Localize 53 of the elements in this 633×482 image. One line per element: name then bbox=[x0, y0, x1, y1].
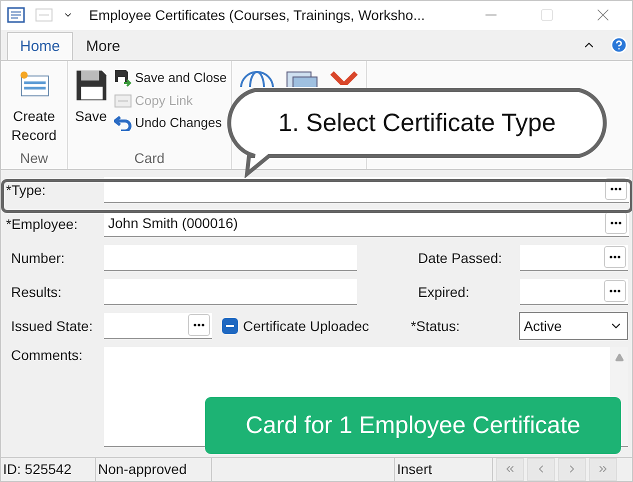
help-icon[interactable] bbox=[610, 36, 628, 54]
field-label: Issued State: bbox=[10, 318, 94, 334]
ellipsis-icon bbox=[193, 323, 205, 328]
ribbon-button[interactable]: Save bbox=[72, 64, 110, 149]
save-close-icon bbox=[114, 68, 132, 87]
group-label: Card bbox=[133, 148, 166, 167]
delete-icon[interactable] bbox=[330, 70, 358, 85]
field-label: Results: bbox=[10, 284, 63, 300]
field-value: John Smith (000016) bbox=[108, 215, 239, 232]
checkbox[interactable] bbox=[222, 318, 238, 334]
last-button[interactable] bbox=[589, 458, 617, 481]
checkbox-label: Certificate Uploadec bbox=[243, 318, 370, 334]
maximize-icon[interactable] bbox=[540, 8, 554, 22]
field-label: *Employee: bbox=[6, 216, 79, 232]
ellipsis-icon bbox=[609, 255, 621, 260]
globe-icon[interactable] bbox=[240, 70, 274, 87]
ellipsis-icon bbox=[610, 221, 622, 226]
ribbon-tab[interactable]: More bbox=[73, 32, 134, 60]
undo-icon bbox=[114, 114, 132, 131]
field-label: *Status: bbox=[410, 318, 461, 334]
ellipsis-button[interactable] bbox=[604, 246, 626, 268]
field-label: *Type: bbox=[6, 182, 47, 198]
link-icon bbox=[114, 92, 132, 109]
edit-mode: Insert bbox=[395, 458, 493, 481]
ellipsis-button[interactable] bbox=[605, 212, 627, 234]
date-field[interactable] bbox=[520, 244, 628, 271]
ribbon-button[interactable]: Create Record bbox=[5, 64, 63, 149]
ellipsis-button[interactable] bbox=[188, 314, 210, 336]
date-field[interactable] bbox=[520, 278, 628, 305]
ellipsis-button[interactable] bbox=[604, 280, 626, 302]
copies-icon[interactable] bbox=[286, 70, 318, 87]
window-title: Employee Certificates (Courses, Trainings, Worksho... bbox=[89, 7, 426, 24]
record-id: ID: 525542 bbox=[1, 458, 96, 481]
first-button[interactable] bbox=[496, 458, 524, 481]
ribbon-button[interactable]: Save and Close bbox=[114, 68, 227, 87]
ellipsis-icon bbox=[610, 187, 622, 192]
field-label: Expired: bbox=[418, 284, 470, 300]
field-label: Date Passed: bbox=[418, 250, 504, 266]
results-field[interactable] bbox=[104, 278, 357, 305]
scroll-up-icon[interactable] bbox=[614, 352, 624, 362]
field-label: Number: bbox=[10, 250, 66, 266]
field-label: Comments: bbox=[10, 346, 84, 363]
document-icon bbox=[7, 7, 25, 24]
group-label: New bbox=[18, 148, 49, 167]
status-select[interactable]: Active bbox=[518, 312, 628, 340]
select-value: Active bbox=[524, 318, 563, 334]
ribbon-tab[interactable]: Home bbox=[7, 32, 74, 60]
info-toast: Card for 1 Employee Certificate bbox=[205, 397, 621, 454]
issued-state-field[interactable] bbox=[104, 312, 212, 339]
ellipsis-icon bbox=[609, 289, 621, 294]
approval-status: Non-approved bbox=[96, 458, 212, 481]
text-field-icon[interactable] bbox=[35, 8, 53, 22]
number-field[interactable] bbox=[104, 244, 357, 271]
